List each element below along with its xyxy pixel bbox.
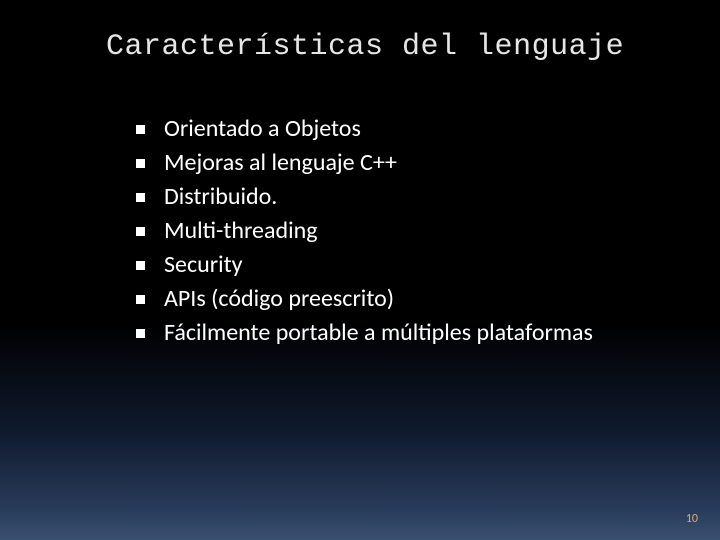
bullet-list: Orientado a Objetos Mejoras al lenguaje …	[134, 112, 720, 351]
list-item: Security	[134, 248, 720, 282]
list-item: APIs (código preescrito)	[134, 282, 720, 316]
list-item: Distribuido.	[134, 180, 720, 214]
page-number: 10	[686, 512, 698, 526]
slide: Características del lenguaje Orientado a…	[0, 0, 720, 540]
list-item: Orientado a Objetos	[134, 112, 720, 146]
slide-title: Características del lenguaje	[0, 0, 720, 64]
list-item: Multi-threading	[134, 214, 720, 248]
list-item: Fácilmente portable a múltiples platafor…	[134, 316, 720, 350]
slide-content: Orientado a Objetos Mejoras al lenguaje …	[0, 64, 720, 351]
list-item: Mejoras al lenguaje C++	[134, 146, 720, 180]
